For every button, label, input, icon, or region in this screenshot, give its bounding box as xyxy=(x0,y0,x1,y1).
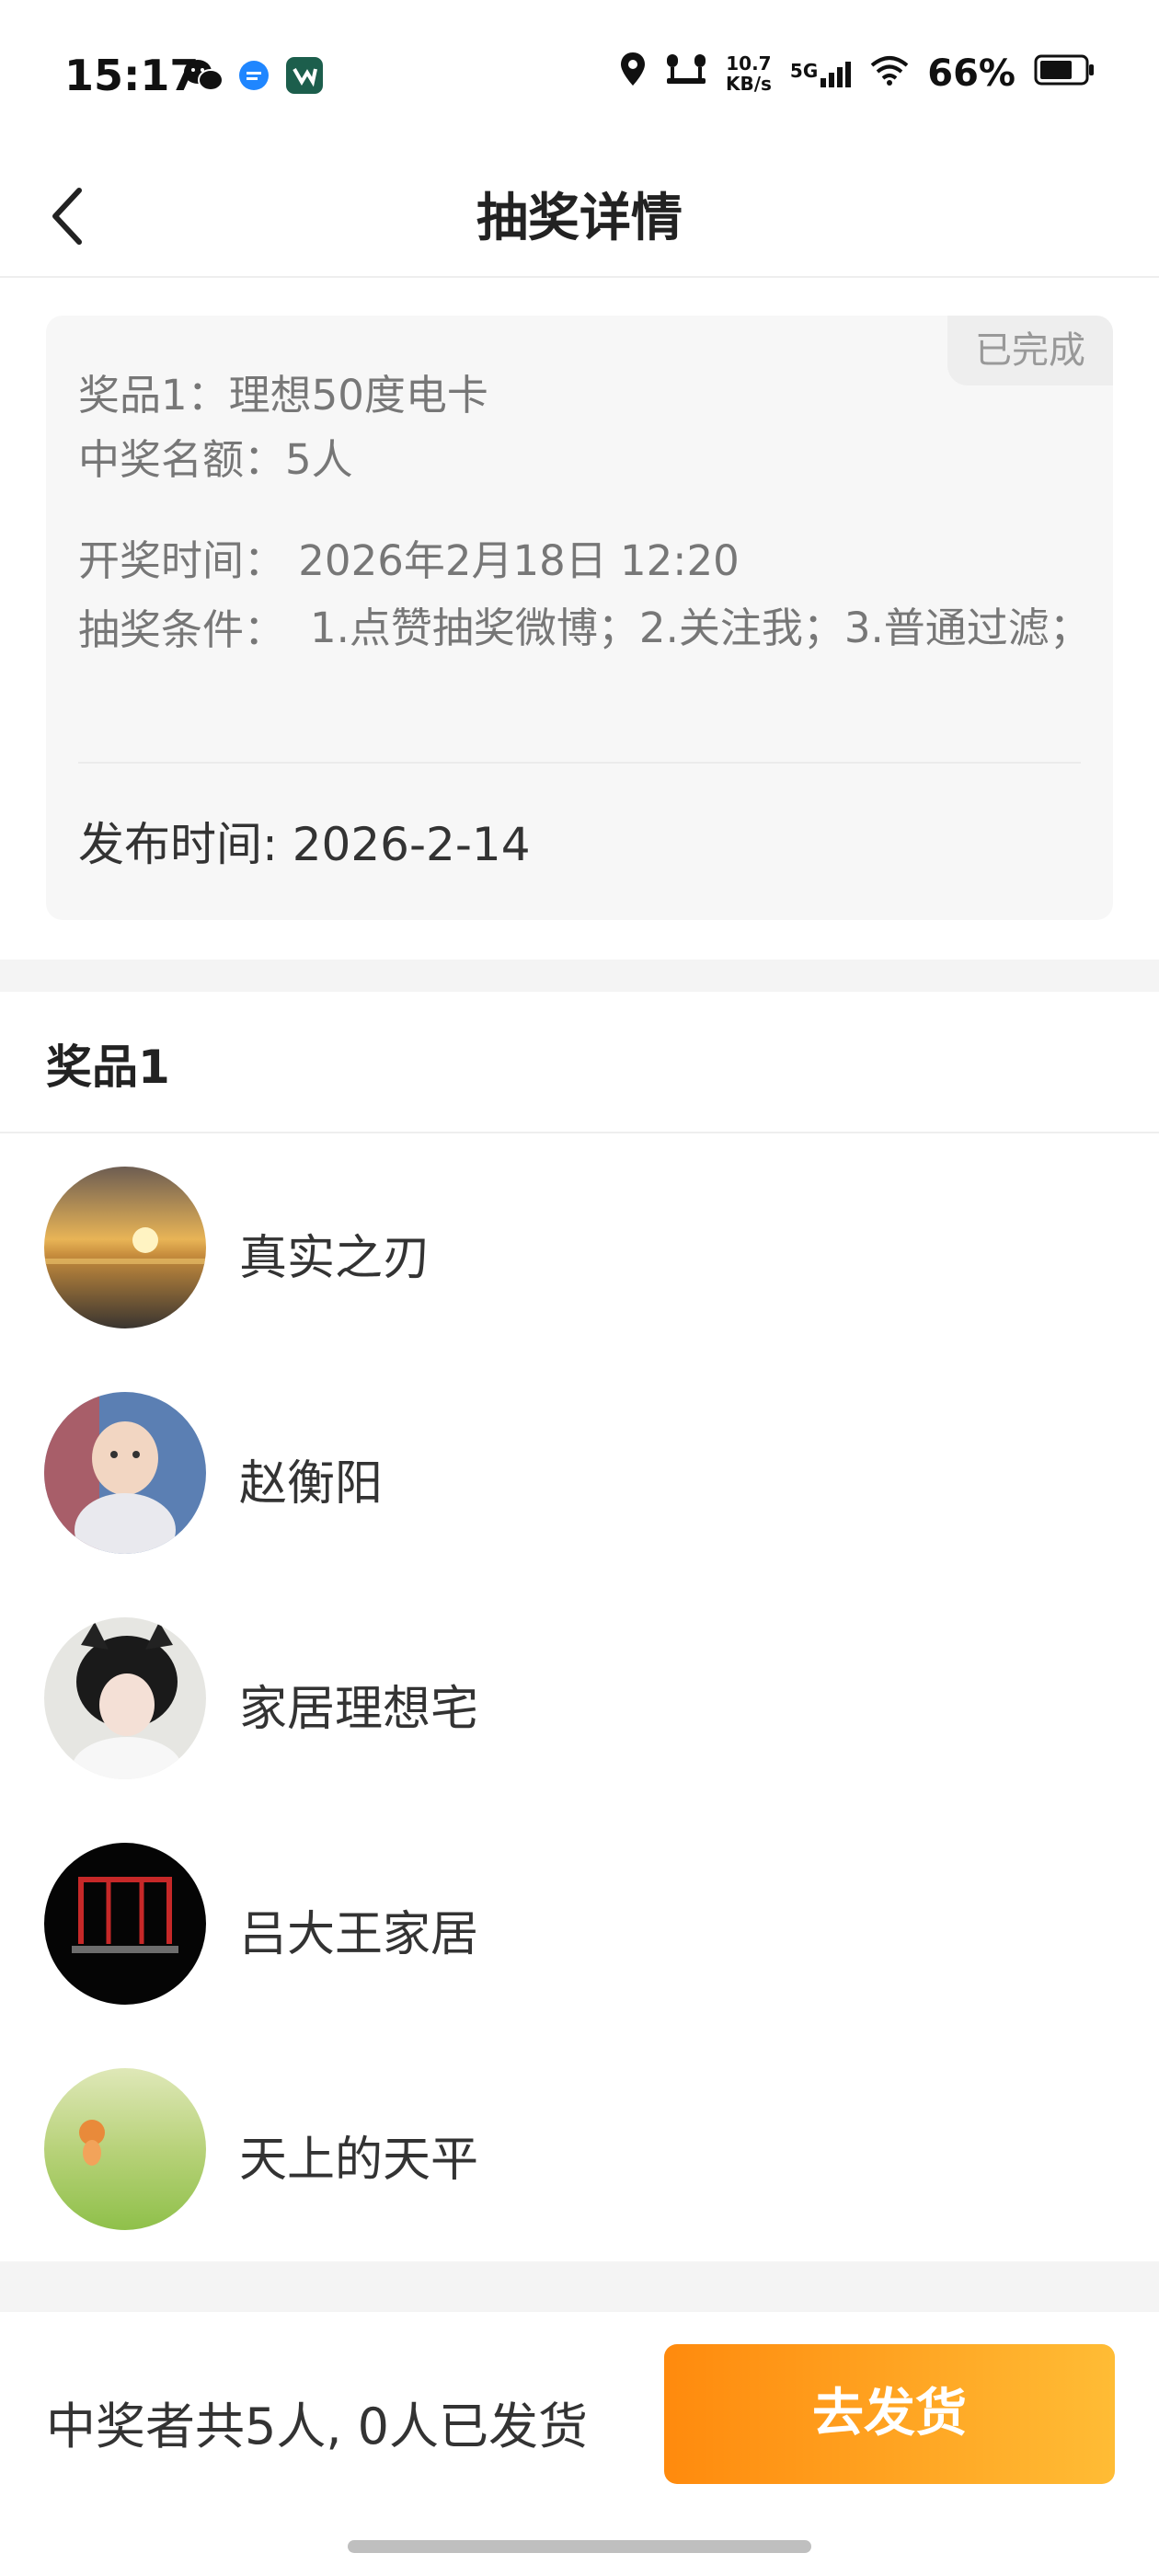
winner-name: 天上的天平 xyxy=(239,2133,479,2188)
winner-item[interactable]: 家居理想宅 xyxy=(0,1600,1159,1784)
battery-percent: 66% xyxy=(927,52,1016,95)
wifi-icon xyxy=(870,52,909,95)
avatar xyxy=(44,1392,206,1554)
winner-name: 家居理想宅 xyxy=(239,1682,479,1737)
winner-item[interactable]: 赵衡阳 xyxy=(0,1374,1159,1558)
conditions-label: 抽奖条件： xyxy=(78,605,286,654)
winner-summary: 中奖者共5人, 0人已发货 xyxy=(46,2398,589,2455)
winner-name: 赵衡阳 xyxy=(239,1456,384,1512)
quota-line: 中奖名额：5人 xyxy=(78,435,353,484)
net-speed-unit: KB/s xyxy=(725,73,772,95)
status-time: 15:17 xyxy=(64,51,200,100)
prize-line: 奖品1：理想50度电卡 xyxy=(78,371,488,420)
chat-bubble-icon xyxy=(237,55,270,96)
net-speed-value: 10.7 xyxy=(726,52,772,75)
section-gap xyxy=(0,2261,1159,2312)
status-badge: 已完成 xyxy=(947,316,1113,385)
lottery-info-card: 已完成 奖品1：理想50度电卡 中奖名额：5人 开奖时间： 2026年2月18日… xyxy=(46,316,1113,920)
section-gap xyxy=(0,960,1159,992)
conditions-text: 1.点赞抽奖微博；2.关注我；3.普通过滤； xyxy=(310,604,1091,652)
publish-time: 发布时间: 2026-2-14 xyxy=(78,818,531,871)
status-bar: 15:17 10.7 KB/s 5G 66% xyxy=(0,0,1159,156)
cellular-signal: 5G xyxy=(790,60,852,87)
winner-item[interactable]: 吕大王家居 xyxy=(0,1825,1159,2009)
home-indicator[interactable] xyxy=(348,2540,811,2553)
card-divider xyxy=(78,762,1081,764)
app-icon xyxy=(285,55,324,96)
net-speed: 10.7 KB/s xyxy=(726,53,772,94)
network-type: 5G xyxy=(789,60,819,82)
section-divider xyxy=(0,1132,1159,1133)
battery-icon xyxy=(1034,52,1095,95)
status-right-group: 10.7 KB/s 5G 66% xyxy=(619,51,1095,97)
winner-name: 真实之刃 xyxy=(239,1231,431,1286)
avatar xyxy=(44,2068,206,2230)
location-icon xyxy=(619,51,647,97)
bottom-action-bar: 中奖者共5人, 0人已发货 去发货 xyxy=(0,2312,1159,2576)
prize-section-title: 奖品1 xyxy=(46,1041,170,1094)
avatar xyxy=(44,1167,206,1328)
draw-time-line: 开奖时间： 2026年2月18日 12:20 xyxy=(78,536,740,585)
avatar xyxy=(44,1843,206,2005)
page-title: 抽奖详情 xyxy=(476,189,683,248)
wechat-icon xyxy=(182,55,224,96)
winner-item[interactable]: 真实之刃 xyxy=(0,1149,1159,1333)
avatar xyxy=(44,1617,206,1779)
signal-icon xyxy=(820,62,852,87)
ship-button[interactable]: 去发货 xyxy=(664,2344,1115,2484)
earbuds-icon xyxy=(665,51,707,97)
winner-item[interactable]: 天上的天平 xyxy=(0,2051,1159,2235)
nav-bar: 抽奖详情 xyxy=(0,156,1159,278)
winner-name: 吕大王家居 xyxy=(239,1907,479,1962)
